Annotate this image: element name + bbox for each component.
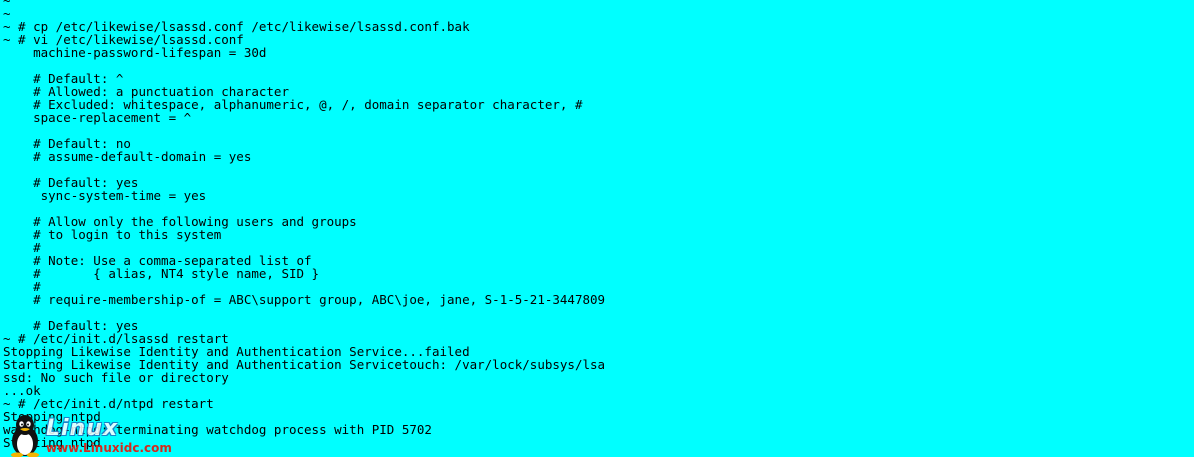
watermark-url: www.Linuxidc.com — [46, 441, 172, 455]
terminal-output: ~ ~ ~ # cp /etc/likewise/lsassd.conf /et… — [3, 0, 605, 449]
terminal-line: ssd: No such file or directory — [3, 370, 229, 385]
terminal-line: sync-system-time = yes — [3, 188, 207, 203]
terminal-line: machine-password-lifespan = 30d — [3, 45, 267, 60]
terminal-line: ~ — [3, 0, 11, 8]
terminal-window[interactable]: ~ ~ ~ # cp /etc/likewise/lsassd.conf /et… — [0, 0, 1194, 457]
terminal-line: space-replacement = ^ — [3, 110, 192, 125]
terminal-line: # { alias, NT4 style name, SID } — [3, 266, 320, 281]
tux-penguin-icon — [11, 415, 39, 457]
watermark-brand: Linux — [46, 416, 119, 441]
terminal-line: # assume-default-domain = yes — [3, 149, 252, 164]
terminal-line: # to login to this system — [3, 227, 222, 242]
site-watermark: Linux www.Linuxidc.com — [6, 414, 176, 457]
terminal-line: # require-membership-of = ABC\support gr… — [3, 292, 606, 307]
